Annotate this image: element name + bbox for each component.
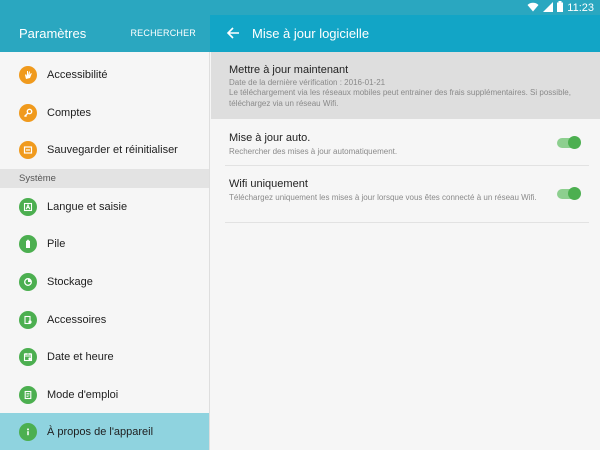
wifi-icon [527,2,539,15]
sidebar-item-storage[interactable]: Stockage [0,263,209,301]
search-button[interactable]: RECHERCHER [130,28,196,38]
manual-icon [19,386,37,404]
section-label: Système [19,173,56,184]
back-arrow-icon[interactable] [226,25,240,41]
settings-sidebar: Accessibilité Comptes Sauvegarder et réi… [0,52,210,450]
divider [225,165,589,166]
divider [225,222,589,223]
auto-update-title: Mise à jour auto. [229,132,311,144]
sidebar-item-language-input[interactable]: Langue et saisie [0,188,209,226]
sidebar-item-label: Langue et saisie [47,201,128,213]
sidebar-item-label: Sauvegarder et réinitialiser [47,144,178,156]
section-header-system: Système [0,169,209,188]
language-icon [19,198,37,216]
sidebar-item-label: Stockage [47,276,93,288]
settings-title: Paramètres [19,26,87,41]
sidebar-item-about-device[interactable]: À propos de l'appareil [0,413,209,450]
accessory-icon [19,311,37,329]
battery-status-icon [557,1,564,15]
last-check-date: Date de la dernière vérification : 2016-… [229,78,386,87]
signal-icon [543,1,554,15]
toggle-knob [568,187,581,200]
sidebar-item-label: Comptes [47,107,92,119]
status-time: 11:23 [567,2,594,14]
sidebar-item-label: Accessibilité [47,69,108,81]
sidebar-item-accessories[interactable]: Accessoires [0,301,209,339]
sidebar-item-battery[interactable]: Pile [0,225,209,263]
info-icon [19,423,37,441]
sidebar-item-accounts[interactable]: Comptes [0,94,209,132]
sidebar-item-label: Pile [47,238,66,250]
sidebar-item-date-time[interactable]: Date et heure [0,338,209,376]
auto-update-toggle[interactable] [557,136,581,149]
sidebar-item-label: Accessoires [47,314,107,326]
settings-header: Paramètres RECHERCHER [0,15,210,52]
wifi-only-title: Wifi uniquement [229,178,308,190]
status-bar: 11:23 [0,0,600,15]
backup-icon [19,141,37,159]
update-now-title: Mettre à jour maintenant [229,64,349,76]
toggle-knob [568,136,581,149]
sidebar-item-label: Date et heure [47,351,114,363]
calendar-icon [19,348,37,366]
wifi-only-toggle[interactable] [557,187,581,200]
auto-update-subtitle: Rechercher des mises à jour automatiquem… [229,147,398,156]
mobile-data-note: Le téléchargement via les réseaux mobile… [229,88,571,108]
battery-icon [19,235,37,253]
storage-icon [19,273,37,291]
update-now-row[interactable]: Mettre à jour maintenant Date de la dern… [211,52,600,119]
sidebar-item-label: À propos de l'appareil [47,426,154,438]
software-update-header: Mise à jour logicielle [210,15,600,52]
key-icon [19,104,37,122]
sidebar-item-label: Mode d'emploi [47,389,119,401]
hand-icon [19,66,37,84]
page-title: Mise à jour logicielle [252,26,370,41]
sidebar-item-backup-reset[interactable]: Sauvegarder et réinitialiser [0,131,209,169]
sidebar-item-accessibility[interactable]: Accessibilité [0,56,209,94]
status-icons: 11:23 [527,1,594,15]
software-update-content: Mettre à jour maintenant Date de la dern… [211,52,600,450]
sidebar-item-user-manual[interactable]: Mode d'emploi [0,376,209,414]
wifi-only-subtitle: Téléchargez uniquement les mises à jour … [229,193,537,202]
